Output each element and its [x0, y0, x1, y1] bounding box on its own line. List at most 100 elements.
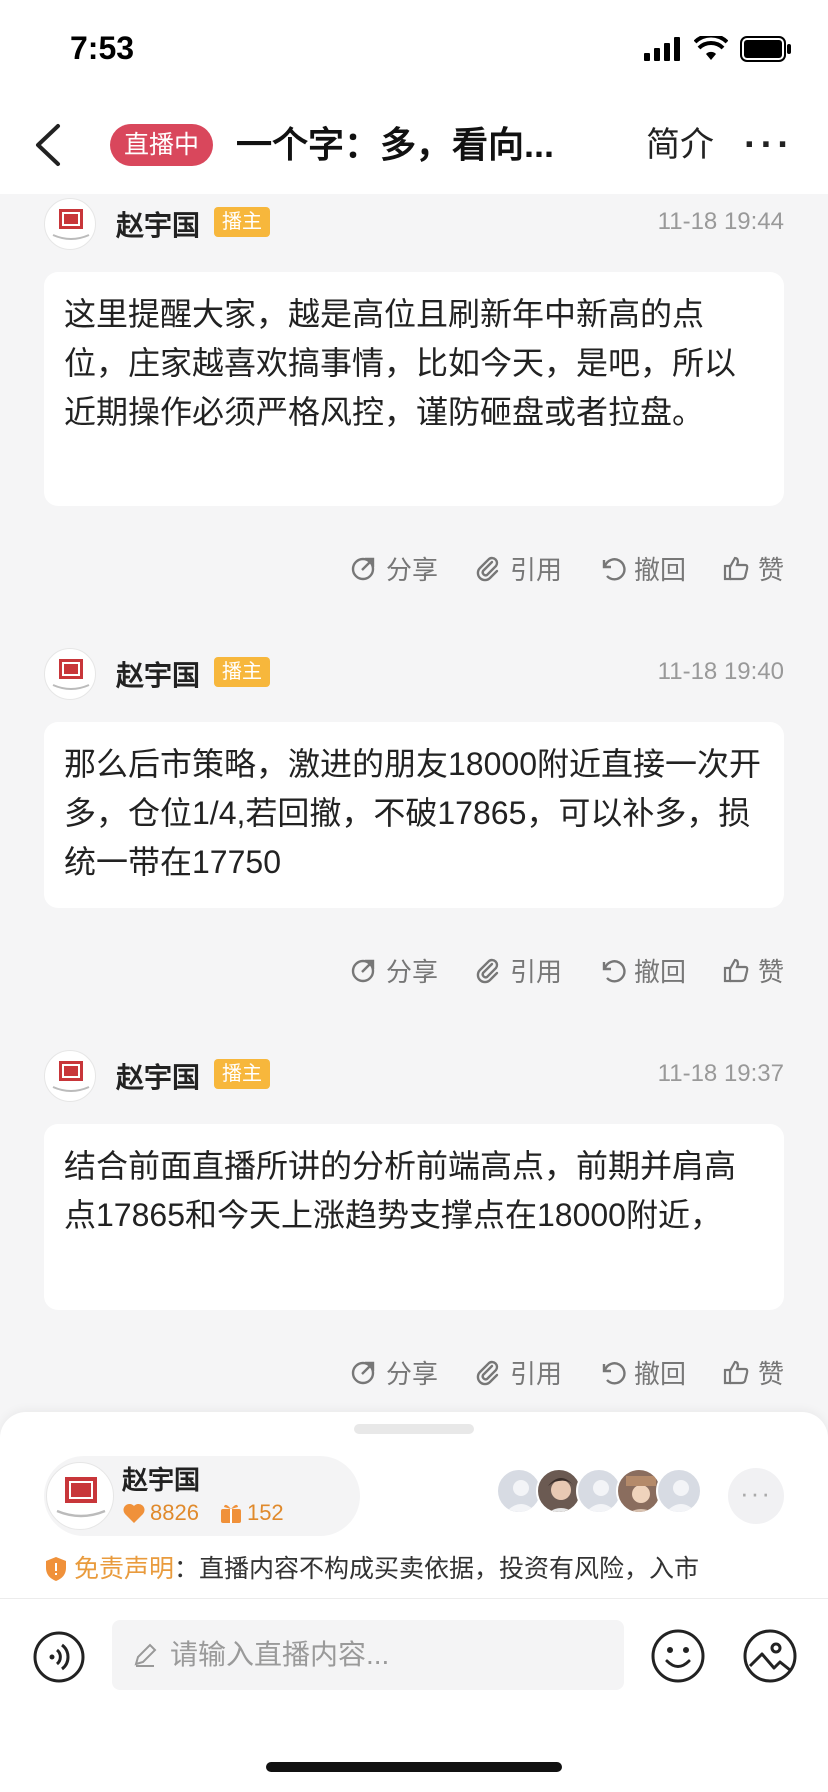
paperclip-icon — [476, 556, 499, 582]
share-button[interactable]: 分享 — [350, 952, 438, 989]
message-header: 赵宇国 播主 11-18 19:40 — [0, 644, 828, 700]
intro-button[interactable]: 简介 — [646, 122, 714, 168]
battery-icon — [740, 36, 791, 62]
like-label: 赞 — [757, 554, 784, 585]
message-bubble: 这里提醒大家，越是高位且刷新年中新高的点位，庄家越喜欢搞事情，比如今天，是吧，所… — [44, 272, 784, 506]
wifi-icon — [694, 36, 728, 60]
voice-icon[interactable] — [32, 1630, 86, 1684]
avatar[interactable] — [44, 198, 96, 250]
nav-bar: 直播中 一个字：多，看向... 简介 ··· — [0, 96, 828, 194]
seal-logo-icon — [52, 209, 90, 240]
status-bar: 7:53 — [0, 0, 828, 96]
disclaimer-label[interactable]: 免责声明 — [74, 1548, 174, 1590]
message-actions: 分享 引用 撤回 赞 — [350, 548, 784, 588]
seal-logo-icon — [52, 659, 90, 690]
message-header: 赵宇国 播主 11-18 19:37 — [0, 1046, 828, 1102]
share-icon — [351, 959, 375, 983]
status-icons — [644, 36, 792, 62]
message-time: 11-18 19:40 — [657, 658, 784, 685]
thumbs-up-icon — [723, 958, 749, 983]
disclaimer-text: ：直播内容不构成买卖依据，投资有风险，入市 — [174, 1555, 700, 1583]
like-button[interactable]: 赞 — [722, 952, 784, 989]
more-viewers-button[interactable]: ··· — [728, 1468, 784, 1524]
share-button[interactable]: 分享 — [350, 550, 438, 587]
quote-button[interactable]: 引用 — [474, 1354, 562, 1391]
thumbs-up-icon — [723, 556, 749, 581]
host-card[interactable]: 赵宇国 8826 152 — [44, 1456, 360, 1536]
live-badge: 直播中 — [110, 124, 214, 166]
host-tag: 播主 — [214, 657, 270, 687]
share-label: 分享 — [385, 554, 438, 585]
gifts-stat: 152 — [219, 1500, 284, 1526]
gifts-count: 152 — [246, 1500, 284, 1525]
host-name: 赵宇国 — [122, 1465, 201, 1495]
avatar[interactable] — [44, 1050, 96, 1102]
drag-handle[interactable] — [354, 1424, 474, 1434]
withdraw-button[interactable]: 撤回 — [598, 952, 686, 989]
thumbs-up-icon — [723, 1360, 749, 1385]
host-tag: 播主 — [214, 1059, 270, 1089]
quote-button[interactable]: 引用 — [474, 550, 562, 587]
share-label: 分享 — [385, 956, 438, 987]
message-header: 赵宇国 播主 11-18 19:44 — [0, 194, 828, 250]
image-icon[interactable] — [742, 1628, 798, 1684]
host-tag: 播主 — [214, 207, 270, 237]
message-bubble: 那么后市策略，激进的朋友18000附近直接一次开多，仓位1/4,若回撤，不破17… — [44, 722, 784, 908]
likes-stat: 8826 — [122, 1500, 199, 1526]
share-button[interactable]: 分享 — [350, 1354, 438, 1391]
undo-icon — [602, 558, 626, 581]
undo-icon — [602, 960, 626, 983]
signal-icon — [644, 37, 680, 61]
like-label: 赞 — [757, 1358, 784, 1389]
paperclip-icon — [476, 958, 499, 984]
message-actions: 分享 引用 撤回 赞 — [350, 1352, 784, 1392]
shield-icon — [46, 1557, 66, 1581]
message-time: 11-18 19:37 — [657, 1060, 784, 1087]
share-icon — [351, 557, 375, 581]
page-title: 一个字：多，看向... — [236, 124, 555, 165]
withdraw-label: 撤回 — [633, 956, 686, 987]
chat-input[interactable] — [170, 1639, 590, 1671]
likes-count: 8826 — [150, 1500, 199, 1525]
avatar[interactable] — [44, 648, 96, 700]
quote-label: 引用 — [509, 1358, 562, 1389]
seal-logo-icon — [52, 1061, 90, 1092]
withdraw-button[interactable]: 撤回 — [598, 550, 686, 587]
quote-label: 引用 — [509, 956, 562, 987]
viewer-avatars[interactable] — [496, 1468, 702, 1514]
like-button[interactable]: 赞 — [722, 1354, 784, 1391]
undo-icon — [602, 1362, 626, 1385]
share-label: 分享 — [385, 1358, 438, 1389]
more-menu-button[interactable]: ··· — [744, 122, 794, 168]
author-name: 赵宇国 — [116, 1062, 201, 1093]
withdraw-label: 撤回 — [633, 554, 686, 585]
quote-label: 引用 — [509, 554, 562, 585]
status-time: 7:53 — [70, 30, 135, 66]
viewer-avatar — [656, 1468, 702, 1514]
host-stats: 8826 152 — [122, 1500, 284, 1526]
back-button[interactable] — [30, 122, 70, 168]
author-name: 赵宇国 — [116, 660, 201, 691]
emoji-icon[interactable] — [650, 1628, 706, 1684]
withdraw-button[interactable]: 撤回 — [598, 1354, 686, 1391]
withdraw-label: 撤回 — [633, 1358, 686, 1389]
share-icon — [351, 1361, 375, 1385]
like-button[interactable]: 赞 — [722, 550, 784, 587]
heart-icon — [123, 1503, 145, 1523]
author-name: 赵宇国 — [116, 210, 201, 241]
like-label: 赞 — [757, 956, 784, 987]
message-time: 11-18 19:44 — [657, 208, 784, 235]
message-bubble: 结合前面直播所讲的分析前端高点，前期并肩高点17865和今天上涨趋势支撑点在18… — [44, 1124, 784, 1310]
host-avatar[interactable] — [46, 1462, 114, 1530]
chat-input-box[interactable] — [112, 1620, 624, 1690]
divider — [0, 1598, 828, 1599]
seal-logo-icon — [56, 1477, 106, 1518]
disclaimer: 免责声明 ：直播内容不构成买卖依据，投资有风险，入市 — [44, 1548, 784, 1590]
message-actions: 分享 引用 撤回 赞 — [350, 950, 784, 990]
quote-button[interactable]: 引用 — [474, 952, 562, 989]
paperclip-icon — [476, 1360, 499, 1386]
pencil-icon — [134, 1643, 157, 1667]
bottom-panel: 赵宇国 8826 152 ··· 免责声明 ：直播内容不构成买卖依据，投资有风险… — [0, 1412, 828, 1792]
home-indicator — [266, 1762, 562, 1772]
gift-icon — [220, 1504, 241, 1523]
